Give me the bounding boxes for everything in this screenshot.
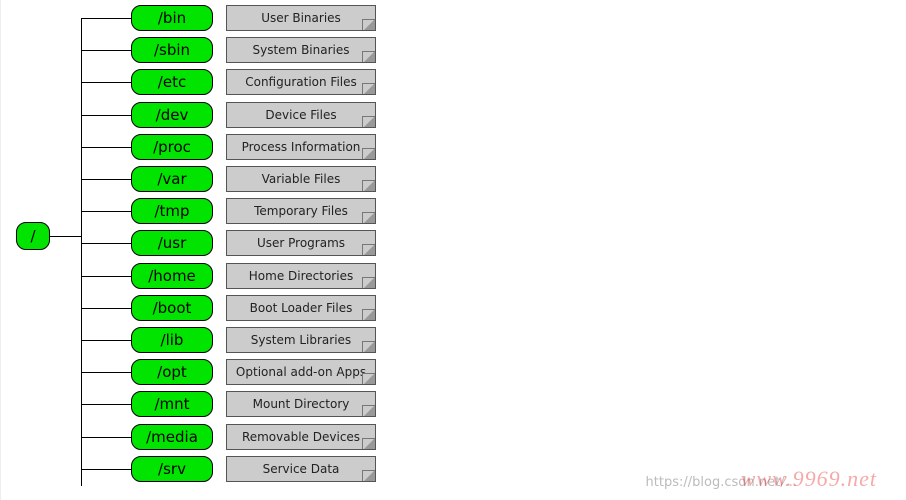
connector-branch-1 bbox=[81, 50, 131, 51]
connector-branch-3 bbox=[81, 115, 131, 116]
dir-label: /opt bbox=[157, 363, 187, 381]
dir-node-lib: /lib bbox=[131, 327, 213, 353]
desc-node-14: Service Data bbox=[226, 456, 376, 482]
dir-node-var: /var bbox=[131, 166, 213, 192]
connector-branch-10 bbox=[81, 340, 131, 341]
root-node: / bbox=[16, 222, 50, 250]
desc-label: System Binaries bbox=[253, 43, 350, 57]
connector-branch-12 bbox=[81, 404, 131, 405]
root-label: / bbox=[30, 227, 35, 245]
connector-branch-9 bbox=[81, 308, 131, 309]
connector-branch-8 bbox=[81, 276, 131, 277]
desc-node-8: Home Directories bbox=[226, 263, 376, 289]
connector-branch-0 bbox=[81, 18, 131, 19]
desc-label: Variable Files bbox=[262, 172, 341, 186]
dir-label: /home bbox=[148, 267, 196, 285]
desc-node-2: Configuration Files bbox=[226, 69, 376, 95]
desc-label: Home Directories bbox=[249, 269, 353, 283]
dir-label: /boot bbox=[153, 299, 192, 317]
connector-branch-7 bbox=[81, 243, 131, 244]
connector-branch-4 bbox=[81, 147, 131, 148]
desc-node-3: Device Files bbox=[226, 102, 376, 128]
desc-label: Mount Directory bbox=[253, 397, 350, 411]
dir-node-tmp: /tmp bbox=[131, 198, 213, 224]
dir-label: /proc bbox=[153, 138, 191, 156]
dir-label: /media bbox=[146, 428, 198, 446]
desc-node-7: User Programs bbox=[226, 230, 376, 256]
connector-branch-5 bbox=[81, 179, 131, 180]
desc-label: Service Data bbox=[263, 462, 340, 476]
desc-label: User Programs bbox=[257, 236, 345, 250]
desc-label: Configuration Files bbox=[245, 75, 357, 89]
dir-label: /tmp bbox=[154, 202, 189, 220]
dir-label: /lib bbox=[161, 331, 184, 349]
dir-label: /mnt bbox=[154, 395, 189, 413]
desc-label: Boot Loader Files bbox=[250, 301, 353, 315]
dir-label: /srv bbox=[158, 460, 186, 478]
dir-node-proc: /proc bbox=[131, 134, 213, 160]
dir-node-bin: /bin bbox=[131, 5, 213, 31]
desc-node-9: Boot Loader Files bbox=[226, 295, 376, 321]
desc-node-13: Removable Devices bbox=[226, 424, 376, 450]
dir-node-mnt: /mnt bbox=[131, 391, 213, 417]
desc-label: System Libraries bbox=[251, 333, 351, 347]
connector-branch-6 bbox=[81, 211, 131, 212]
desc-label: Optional add-on Apps bbox=[236, 365, 366, 379]
dir-node-opt: /opt bbox=[131, 359, 213, 385]
desc-label: Process Information bbox=[242, 140, 361, 154]
desc-node-1: System Binaries bbox=[226, 37, 376, 63]
connector-branch-13 bbox=[81, 437, 131, 438]
desc-node-12: Mount Directory bbox=[226, 391, 376, 417]
connector-branch-2 bbox=[81, 82, 131, 83]
connector-trunk bbox=[81, 18, 82, 486]
connector-branch-14 bbox=[81, 469, 131, 470]
desc-node-4: Process Information bbox=[226, 134, 376, 160]
dir-label: /sbin bbox=[154, 41, 190, 59]
desc-label: Removable Devices bbox=[242, 430, 360, 444]
desc-label: Temporary Files bbox=[254, 204, 348, 218]
dir-node-srv: /srv bbox=[131, 456, 213, 482]
dir-node-boot: /boot bbox=[131, 295, 213, 321]
dir-label: /etc bbox=[158, 73, 186, 91]
watermark-site: www.9969.net bbox=[741, 466, 877, 492]
desc-node-5: Variable Files bbox=[226, 166, 376, 192]
dir-node-media: /media bbox=[131, 424, 213, 450]
dir-label: /usr bbox=[158, 234, 187, 252]
desc-label: Device Files bbox=[265, 108, 336, 122]
desc-node-6: Temporary Files bbox=[226, 198, 376, 224]
desc-node-10: System Libraries bbox=[226, 327, 376, 353]
dir-label: /var bbox=[157, 170, 186, 188]
dir-label: /bin bbox=[158, 9, 186, 27]
desc-node-11: Optional add-on Apps bbox=[226, 359, 376, 385]
dir-node-etc: /etc bbox=[131, 69, 213, 95]
dir-label: /dev bbox=[156, 106, 189, 124]
connector-root bbox=[50, 236, 81, 237]
desc-node-0: User Binaries bbox=[226, 5, 376, 31]
dir-node-usr: /usr bbox=[131, 230, 213, 256]
dir-node-home: /home bbox=[131, 263, 213, 289]
dir-node-sbin: /sbin bbox=[131, 37, 213, 63]
dir-node-dev: /dev bbox=[131, 102, 213, 128]
desc-label: User Binaries bbox=[261, 11, 341, 25]
diagram-canvas: / https://blog.csdn.net/... www.9969.net… bbox=[0, 0, 906, 500]
connector-branch-11 bbox=[81, 372, 131, 373]
